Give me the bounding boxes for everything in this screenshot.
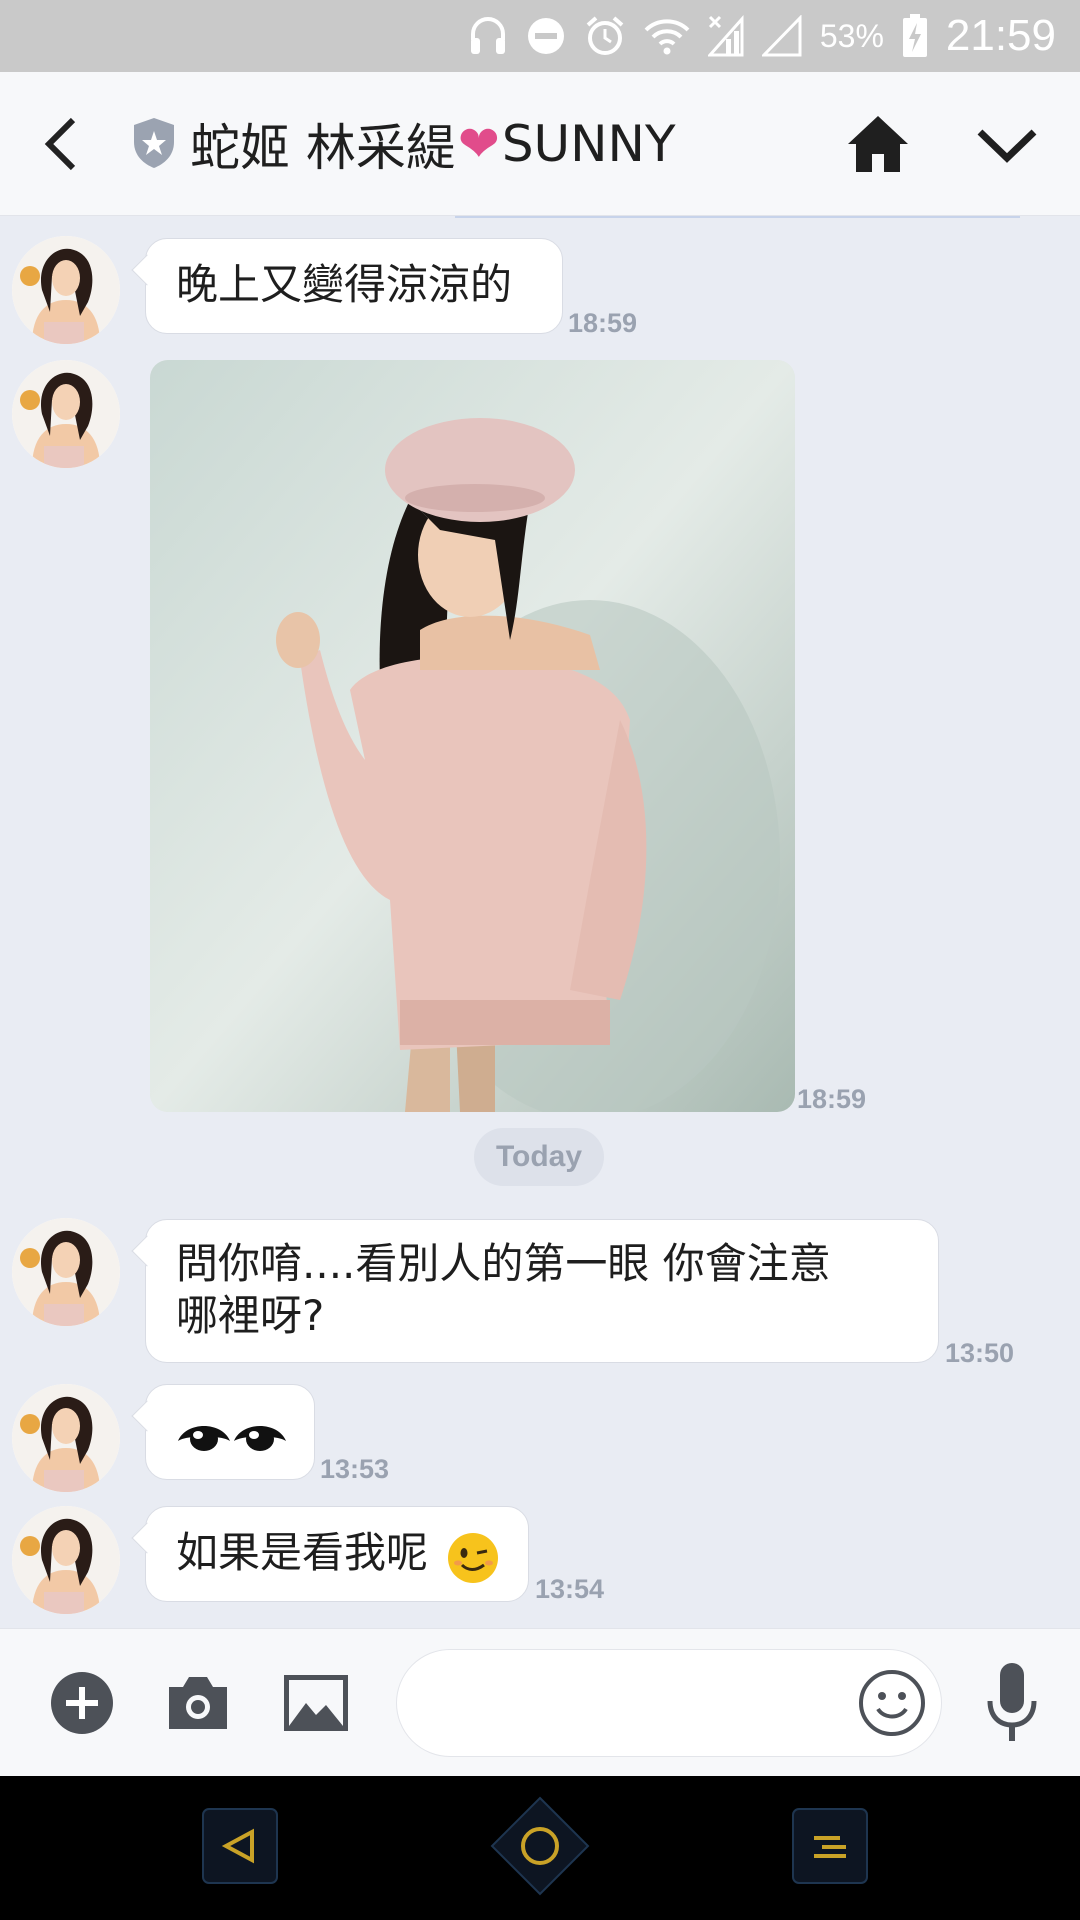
message-input[interactable] (431, 1680, 831, 1728)
signal-empty-icon (761, 15, 802, 57)
more-button[interactable] (48, 1669, 116, 1737)
chat-title[interactable]: 蛇姬 林采緹 ❤ SUNNY (190, 108, 676, 180)
avatar[interactable] (12, 360, 120, 468)
status-clock: 21:59 (945, 11, 1056, 60)
back-icon (44, 117, 76, 171)
avatar-image (12, 1506, 120, 1614)
chat-area[interactable]: 晚上又變得涼涼的 18:59 18:59 Today 問你唷....看別人的第一… (0, 216, 1080, 1628)
avatar[interactable] (12, 1506, 120, 1614)
battery-percent: 53% (819, 17, 884, 54)
avatar-image (12, 1218, 120, 1326)
camera-icon (169, 1677, 227, 1729)
message-bubble[interactable]: 問你唷....看別人的第一眼 你會注意 哪裡呀? (131, 1219, 939, 1363)
menu-toggle-button[interactable] (972, 116, 1042, 174)
message-bubble[interactable]: 晚上又變得涼涼的 (131, 238, 563, 334)
message-time: 18:59 (568, 308, 638, 338)
message-time: 18:59 (797, 1084, 867, 1114)
battery-charging-icon (902, 14, 928, 58)
emoji-button[interactable] (858, 1669, 926, 1737)
heart-icon: ❤ (457, 115, 500, 173)
smiley-icon (859, 1670, 925, 1736)
back-button[interactable] (34, 112, 88, 176)
message-time: 13:50 (945, 1338, 1015, 1368)
plus-icon (51, 1672, 113, 1734)
message-bubble[interactable] (131, 1384, 315, 1480)
nav-back-icon (202, 1808, 278, 1884)
avatar[interactable] (12, 1218, 120, 1326)
photo-image (150, 360, 795, 1112)
divider (455, 216, 1020, 218)
message-text: 晚上又變得涼涼的 (176, 260, 513, 309)
chat-header: 蛇姬 林采緹 ❤ SUNNY (0, 72, 1080, 216)
message-bubble[interactable]: 如果是看我呢 (131, 1506, 529, 1602)
status-bar: 53% 21:59 (0, 0, 1080, 72)
message-time: 13:54 (535, 1574, 605, 1604)
message-time: 13:53 (320, 1454, 390, 1484)
microphone-icon (987, 1663, 1037, 1741)
avatar-image (12, 236, 120, 344)
gallery-icon (284, 1675, 348, 1731)
chat-title-suffix: SUNNY (501, 115, 676, 173)
nav-home-icon (490, 1796, 590, 1896)
gallery-button[interactable] (282, 1669, 350, 1737)
shield-star-icon (134, 118, 174, 168)
camera-button[interactable] (164, 1669, 232, 1737)
message-text-line: 哪裡呀? (176, 1291, 325, 1340)
avatar-image (12, 360, 120, 468)
photo-message[interactable] (150, 360, 795, 1112)
eyes-emoji-icon (178, 1426, 286, 1451)
alarm-icon (584, 15, 626, 57)
voice-button[interactable] (984, 1661, 1040, 1745)
avatar[interactable] (12, 1384, 120, 1492)
nav-recents-button[interactable] (792, 1808, 868, 1884)
chevron-down-icon (977, 129, 1037, 163)
date-separator: Today (474, 1128, 604, 1186)
nav-home-button[interactable] (490, 1796, 590, 1896)
avatar-image (12, 1384, 120, 1492)
input-bar (0, 1628, 1080, 1776)
do-not-disturb-icon (526, 16, 566, 56)
navigation-bar (0, 1776, 1080, 1920)
signal-off-icon (707, 15, 744, 57)
nav-recents-icon (792, 1808, 868, 1884)
avatar[interactable] (12, 236, 120, 344)
home-icon (848, 116, 908, 172)
wink-emoji-icon (448, 1533, 498, 1583)
headphones-icon (468, 14, 508, 58)
message-text: 如果是看我呢 (176, 1528, 429, 1577)
chat-title-name: 蛇姬 林采緹 (190, 119, 456, 177)
nav-back-button[interactable] (202, 1808, 278, 1884)
home-button[interactable] (846, 112, 910, 176)
wifi-icon (644, 16, 690, 56)
message-text-line: 問你唷....看別人的第一眼 你會注意 (176, 1239, 831, 1288)
